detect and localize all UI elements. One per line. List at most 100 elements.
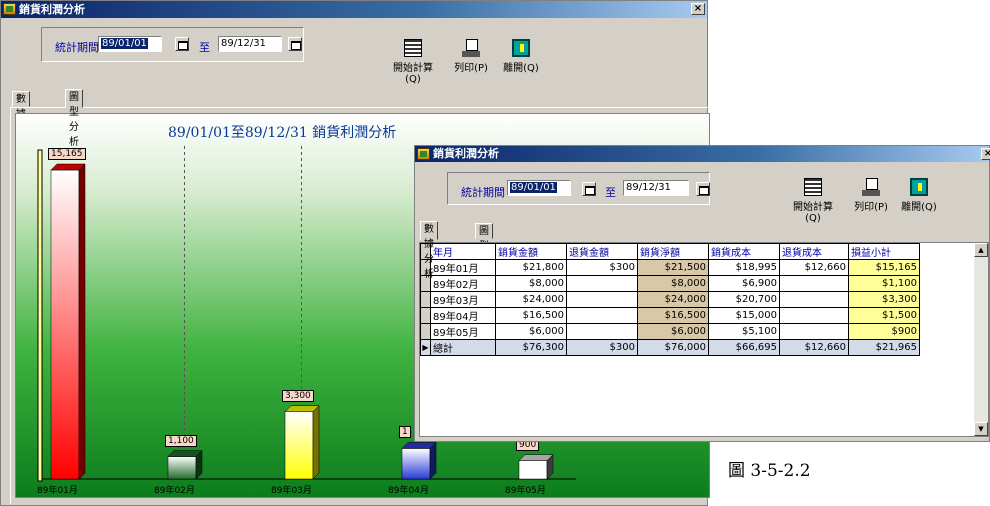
column-header[interactable]: 年月 bbox=[430, 243, 496, 260]
table-cell[interactable]: 89年01月 bbox=[430, 259, 496, 276]
table-row[interactable]: 89年04月 $16,500 $16,500 $15,000 $1,500 bbox=[420, 307, 920, 324]
data-grid: 年月 銷貨金額 退貨金額 銷貨淨額 銷貨成本 退貨成本 損益小計 89年01月 $21,800 $… bbox=[419, 242, 989, 437]
total-cell[interactable]: $300 bbox=[566, 339, 638, 356]
start-date-field[interactable]: 89/01/01 bbox=[507, 180, 571, 196]
exit-door-icon bbox=[910, 178, 928, 196]
end-calendar-button[interactable] bbox=[696, 182, 710, 196]
table-row[interactable]: 89年05月 $6,000 $6,000 $5,100 $900 bbox=[420, 323, 920, 340]
table-row[interactable]: 89年03月 $24,000 $24,000 $20,700 $3,300 bbox=[420, 291, 920, 308]
table-cell[interactable]: $8,000 bbox=[495, 275, 567, 292]
bar-1 bbox=[50, 163, 86, 480]
table-cell[interactable]: $3,300 bbox=[848, 291, 920, 308]
bar-value-label: 1,100 bbox=[165, 434, 197, 447]
start-calendar-button[interactable] bbox=[175, 37, 189, 51]
table-cell[interactable]: $15,000 bbox=[708, 307, 780, 324]
table-cell[interactable]: $6,000 bbox=[495, 323, 567, 340]
bar-4 bbox=[401, 441, 437, 480]
table-cell[interactable]: $21,500 bbox=[637, 259, 709, 276]
end-date-field[interactable]: 89/12/31 bbox=[623, 180, 689, 196]
tab-data-analysis[interactable]: 數據分析 bbox=[420, 221, 438, 280]
title-bar[interactable]: 銷貨利潤分析 × bbox=[415, 146, 990, 162]
table-cell[interactable]: $5,100 bbox=[708, 323, 780, 340]
vertical-scrollbar[interactable]: ▲ ▼ bbox=[974, 243, 988, 436]
table-cell[interactable]: $6,000 bbox=[637, 323, 709, 340]
column-header[interactable]: 退貨成本 bbox=[779, 243, 849, 260]
end-date-field[interactable]: 89/12/31 bbox=[218, 36, 282, 52]
table-cell[interactable]: $300 bbox=[566, 259, 638, 276]
y-axis-wall bbox=[37, 149, 43, 482]
table-cell[interactable]: $1,500 bbox=[848, 307, 920, 324]
current-row-indicator: ▶ bbox=[420, 339, 431, 356]
printer-icon bbox=[462, 39, 480, 57]
table-cell[interactable] bbox=[566, 307, 638, 324]
end-calendar-button[interactable] bbox=[288, 37, 302, 51]
table-row[interactable]: 89年01月 $21,800 $300 $21,500 $18,995 $12,660 $1… bbox=[420, 259, 920, 276]
start-calendar-button[interactable] bbox=[582, 182, 596, 196]
row-indicator bbox=[420, 291, 431, 308]
calculate-button[interactable]: 開始計算(Q) bbox=[387, 39, 439, 85]
tab-chart-analysis[interactable]: 圖型分析 bbox=[65, 89, 83, 148]
table-cell[interactable]: $24,000 bbox=[637, 291, 709, 308]
table-cell[interactable]: $15,165 bbox=[848, 259, 920, 276]
table-cell[interactable]: 89年05月 bbox=[430, 323, 496, 340]
start-date-field[interactable]: 89/01/01 bbox=[98, 36, 162, 52]
figure-caption: 圖 3-5-2.2 bbox=[728, 461, 811, 481]
x-tick-label: 89年05月 bbox=[505, 486, 546, 496]
bar-value-label: 1 bbox=[399, 426, 411, 439]
exit-button[interactable]: 離開(Q) bbox=[893, 178, 945, 213]
total-cell[interactable]: 總計 bbox=[430, 339, 496, 356]
period-label: 統計期間 bbox=[55, 41, 99, 54]
total-cell[interactable]: $76,300 bbox=[495, 339, 567, 356]
tab-data-analysis[interactable]: 數據分析 bbox=[12, 91, 30, 150]
close-button[interactable]: × bbox=[981, 148, 990, 160]
table-cell[interactable] bbox=[779, 291, 849, 308]
table-cell[interactable]: $20,700 bbox=[708, 291, 780, 308]
table-cell[interactable]: $1,100 bbox=[848, 275, 920, 292]
close-button[interactable]: × bbox=[691, 3, 705, 15]
column-header[interactable]: 損益小計 bbox=[848, 243, 920, 260]
table-cell[interactable]: $24,000 bbox=[495, 291, 567, 308]
column-header[interactable]: 退貨金額 bbox=[566, 243, 638, 260]
title-bar[interactable]: 銷貨利潤分析 × bbox=[1, 1, 707, 18]
total-cell[interactable]: $21,965 bbox=[848, 339, 920, 356]
table-cell[interactable]: $16,500 bbox=[495, 307, 567, 324]
table-cell[interactable] bbox=[779, 275, 849, 292]
table-cell[interactable]: $8,000 bbox=[637, 275, 709, 292]
table-cell[interactable] bbox=[566, 323, 638, 340]
table-cell[interactable]: $6,900 bbox=[708, 275, 780, 292]
table-cell[interactable]: $18,995 bbox=[708, 259, 780, 276]
calculator-icon bbox=[804, 178, 822, 196]
column-header[interactable]: 銷貨成本 bbox=[708, 243, 780, 260]
exit-door-icon bbox=[512, 39, 530, 57]
table-cell[interactable]: 89年04月 bbox=[430, 307, 496, 324]
total-cell[interactable]: $12,660 bbox=[779, 339, 849, 356]
app-icon bbox=[417, 148, 430, 160]
table-cell[interactable]: $21,800 bbox=[495, 259, 567, 276]
table-window: 銷貨利潤分析 × 統計期間 89/01/01 至 89/12/31 開始計算(Q… bbox=[414, 145, 990, 442]
table-cell[interactable]: $900 bbox=[848, 323, 920, 340]
scroll-down-button[interactable]: ▼ bbox=[974, 422, 988, 436]
tab-chart-analysis[interactable]: 圖型分析 bbox=[475, 223, 493, 282]
print-button[interactable]: 列印(P) bbox=[445, 39, 497, 74]
column-header[interactable]: 銷貨金額 bbox=[495, 243, 567, 260]
table-cell[interactable]: 89年03月 bbox=[430, 291, 496, 308]
table-cell[interactable]: $16,500 bbox=[637, 307, 709, 324]
table-cell[interactable] bbox=[566, 291, 638, 308]
scroll-up-button[interactable]: ▲ bbox=[974, 243, 988, 257]
exit-button[interactable]: 離開(Q) bbox=[495, 39, 547, 74]
table-row[interactable]: 89年02月 $8,000 $8,000 $6,900 $1,100 bbox=[420, 275, 920, 292]
column-header[interactable]: 銷貨淨額 bbox=[637, 243, 709, 260]
to-label: 至 bbox=[605, 186, 616, 199]
calculate-button[interactable]: 開始計算(Q) bbox=[787, 178, 839, 224]
table-cell[interactable]: $12,660 bbox=[779, 259, 849, 276]
table-cell[interactable]: 89年02月 bbox=[430, 275, 496, 292]
x-tick-label: 89年04月 bbox=[388, 486, 429, 496]
total-cell[interactable]: $66,695 bbox=[708, 339, 780, 356]
table-cell[interactable] bbox=[779, 323, 849, 340]
table-cell[interactable] bbox=[779, 307, 849, 324]
total-row[interactable]: ▶ 總計 $76,300 $300 $76,000 $66,695 $12,660 $21,9… bbox=[420, 339, 920, 356]
x-tick-label: 89年03月 bbox=[271, 486, 312, 496]
print-button[interactable]: 列印(P) bbox=[845, 178, 897, 213]
total-cell[interactable]: $76,000 bbox=[637, 339, 709, 356]
table-cell[interactable] bbox=[566, 275, 638, 292]
